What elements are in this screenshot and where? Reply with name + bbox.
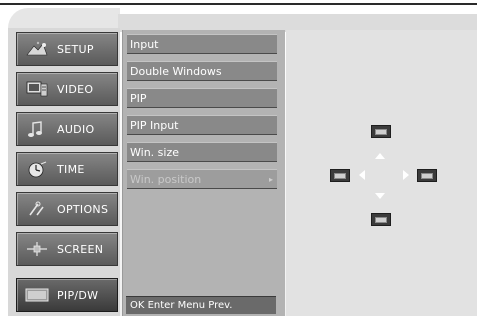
submenu-item-label: PIP Input [130, 118, 179, 132]
submenu-item-input[interactable]: Input [127, 34, 277, 54]
submenu-item-pip-input[interactable]: PIP Input [127, 115, 277, 135]
video-icon [23, 78, 51, 100]
window-position-bottom[interactable] [371, 213, 391, 226]
submenu-item-label: Win. size [130, 145, 179, 159]
submenu-item-double-windows[interactable]: Double Windows [127, 61, 277, 81]
position-preview-panel [286, 30, 477, 316]
submenu-item-win-position[interactable]: Win. position ▸ [127, 169, 277, 189]
menu-item-label: TIME [57, 162, 85, 176]
arrow-left-icon[interactable] [359, 170, 365, 180]
menu-item-time[interactable]: TIME [16, 152, 118, 186]
menu-item-label: PIP/DW [57, 288, 99, 302]
window-position-top[interactable] [371, 125, 391, 138]
menu-item-setup[interactable]: SETUP [16, 32, 118, 66]
help-bar: OK Enter Menu Prev. [126, 296, 276, 314]
arrow-up-icon[interactable] [375, 153, 385, 159]
window-position-left[interactable] [330, 169, 350, 182]
menu-item-label: OPTIONS [57, 202, 109, 216]
submenu-item-pip[interactable]: PIP [127, 88, 277, 108]
pip-submenu-panel: Input Double Windows PIP PIP Input Win. … [122, 30, 285, 316]
submenu-item-label: Win. position [130, 172, 202, 186]
menu-item-label: AUDIO [57, 122, 95, 136]
screen-icon [23, 238, 51, 260]
arrow-right-icon[interactable] [403, 170, 409, 180]
chevron-right-icon: ▸ [268, 174, 273, 184]
menu-item-label: SETUP [57, 42, 94, 56]
pip-dw-icon [23, 284, 51, 306]
menu-item-pip-dw[interactable]: PIP/DW [16, 278, 118, 312]
main-menu-panel: SETUP VIDEO AUDIO TIME OPTIONS SCREEN PI… [8, 28, 120, 316]
audio-icon [23, 118, 51, 140]
submenu-item-label: Double Windows [130, 64, 222, 78]
arrow-down-icon[interactable] [375, 193, 385, 199]
submenu-item-label: PIP [130, 91, 147, 105]
menu-item-options[interactable]: OPTIONS [16, 192, 118, 226]
window-position-right[interactable] [417, 169, 437, 182]
setup-icon [23, 38, 51, 60]
menu-item-audio[interactable]: AUDIO [16, 112, 118, 146]
menu-item-screen[interactable]: SCREEN [16, 232, 118, 266]
submenu-item-label: Input [130, 37, 159, 51]
menu-item-label: VIDEO [57, 82, 94, 96]
top-divider-line [0, 3, 477, 5]
time-icon [23, 158, 51, 180]
submenu-item-win-size[interactable]: Win. size [127, 142, 277, 162]
options-icon [23, 198, 51, 220]
menu-item-video[interactable]: VIDEO [16, 72, 118, 106]
menu-item-label: SCREEN [57, 242, 104, 256]
help-text: OK Enter Menu Prev. [130, 300, 233, 311]
